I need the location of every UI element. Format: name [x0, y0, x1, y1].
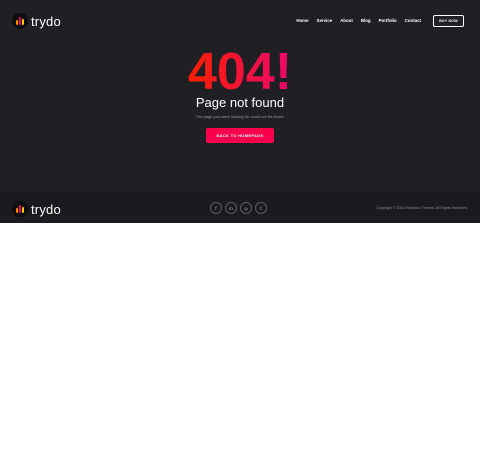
- linkedin-icon[interactable]: in: [225, 202, 237, 214]
- copyright-text: Copyright © 2020 Rainbow-Themes. All Rig…: [376, 206, 468, 210]
- buy-now-button[interactable]: BUY NOW: [433, 15, 464, 27]
- page-title: Page not found: [195, 95, 285, 110]
- nav-item-contact[interactable]: Contact: [405, 18, 421, 23]
- nav-item-about[interactable]: About: [340, 18, 353, 23]
- error-message: The page you were looking for could not …: [195, 114, 285, 119]
- logo-text: trydo: [31, 201, 61, 217]
- nav-item-home[interactable]: Home: [296, 18, 308, 23]
- error-code: 404!: [187, 43, 293, 101]
- main-nav: Home Service About Blog Portfolio Contac…: [296, 18, 421, 23]
- facebook-icon[interactable]: f: [210, 202, 222, 214]
- nav-item-blog[interactable]: Blog: [361, 18, 371, 23]
- nav-item-service[interactable]: Service: [317, 18, 333, 23]
- logo-mark-icon: [12, 13, 28, 29]
- header-logo[interactable]: trydo: [12, 13, 61, 29]
- instagram-icon[interactable]: ◎: [240, 202, 252, 214]
- social-links: f in ◎ t: [210, 202, 267, 214]
- back-to-homepage-button[interactable]: BACK TO HOMEPAGE: [206, 128, 274, 143]
- site-footer: trydo f in ◎ t Copyright © 2020 Rainbow-…: [0, 191, 480, 223]
- footer-logo[interactable]: trydo: [12, 201, 61, 217]
- nav-item-portfolio[interactable]: Portfolio: [379, 18, 397, 23]
- logo-text: trydo: [31, 13, 61, 29]
- twitter-icon[interactable]: t: [255, 202, 267, 214]
- site-header: trydo Home Service About Blog Portfolio …: [0, 0, 480, 42]
- logo-mark-icon: [12, 201, 28, 217]
